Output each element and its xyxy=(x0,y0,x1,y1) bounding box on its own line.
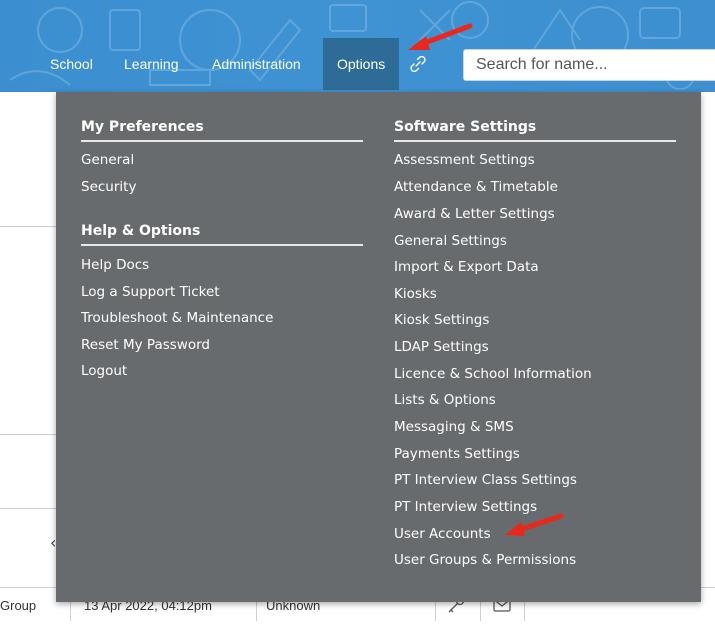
nav-learning[interactable]: Learning xyxy=(124,38,179,90)
menu-item-pt-interview-class-settings[interactable]: PT Interview Class Settings xyxy=(394,472,577,488)
arrow-annotation xyxy=(505,513,564,536)
menu-item-messaging-sms[interactable]: Messaging & SMS xyxy=(394,419,514,435)
menu-item-reset-password[interactable]: Reset My Password xyxy=(81,337,210,353)
menu-item-assessment-settings[interactable]: Assessment Settings xyxy=(394,152,535,168)
heading-rule xyxy=(81,140,363,142)
menu-item-general-settings[interactable]: General Settings xyxy=(394,233,507,249)
nav-options[interactable]: Options xyxy=(323,38,400,90)
help-options-heading: Help & Options xyxy=(81,223,201,239)
menu-item-lists-options[interactable]: Lists & Options xyxy=(394,392,496,408)
menu-item-user-groups-permissions[interactable]: User Groups & Permissions xyxy=(394,552,576,568)
menu-item-help-docs[interactable]: Help Docs xyxy=(81,257,149,273)
heading-rule xyxy=(81,244,363,246)
menu-item-ldap-settings[interactable]: LDAP Settings xyxy=(394,339,489,355)
menu-item-troubleshoot[interactable]: Troubleshoot & Maintenance xyxy=(81,310,273,326)
search-input[interactable] xyxy=(463,49,715,81)
menu-item-payments-settings[interactable]: Payments Settings xyxy=(394,446,520,462)
menu-item-attendance-timetable[interactable]: Attendance & Timetable xyxy=(394,179,558,195)
menu-item-award-letter-settings[interactable]: Award & Letter Settings xyxy=(394,206,555,222)
menu-item-kiosks[interactable]: Kiosks xyxy=(394,286,437,302)
software-settings-heading: Software Settings xyxy=(394,119,537,135)
menu-item-kiosk-settings[interactable]: Kiosk Settings xyxy=(394,312,489,328)
link-icon[interactable] xyxy=(408,54,428,74)
menu-item-import-export[interactable]: Import & Export Data xyxy=(394,259,539,275)
menu-item-general[interactable]: General xyxy=(81,152,134,168)
nav-school[interactable]: School xyxy=(50,38,93,90)
my-preferences-heading: My Preferences xyxy=(81,119,204,135)
options-dropdown-menu: My Preferences General Security Help & O… xyxy=(56,92,701,602)
menu-item-support-ticket[interactable]: Log a Support Ticket xyxy=(81,284,220,300)
menu-item-logout[interactable]: Logout xyxy=(81,363,127,379)
menu-item-security[interactable]: Security xyxy=(81,179,136,195)
table-cell-group: Group xyxy=(0,598,37,613)
divider xyxy=(0,508,60,509)
menu-item-user-accounts[interactable]: User Accounts xyxy=(394,526,491,542)
divider xyxy=(0,434,60,435)
top-nav-bar: School Learning Administration Options xyxy=(0,0,715,92)
menu-item-licence-school-info[interactable]: Licence & School Information xyxy=(394,366,592,382)
divider xyxy=(0,226,60,227)
arrow-annotation xyxy=(408,23,473,50)
nav-administration[interactable]: Administration xyxy=(212,38,301,90)
heading-rule xyxy=(394,140,676,142)
